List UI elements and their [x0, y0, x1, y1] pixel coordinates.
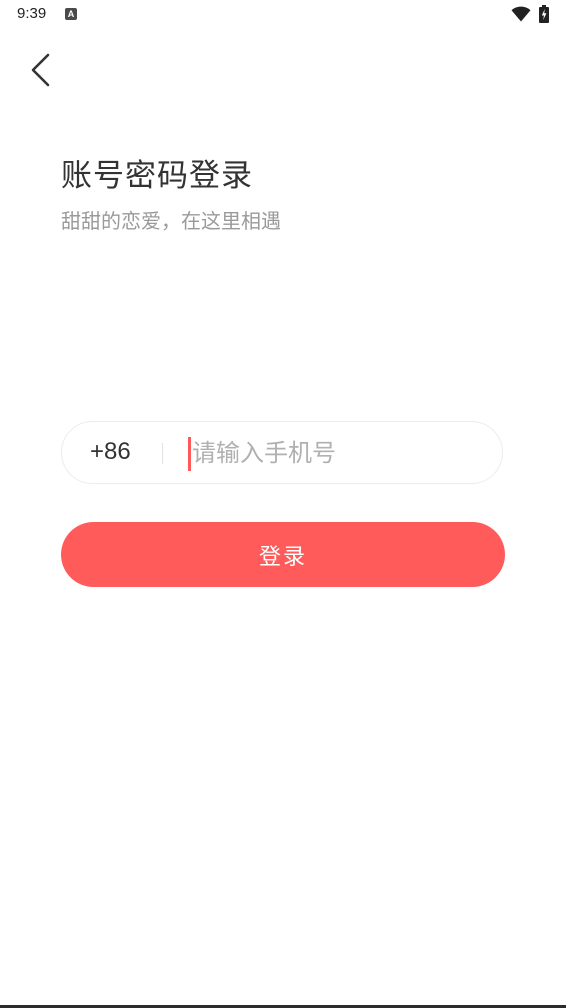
page-subtitle: 甜甜的恋爱，在这里相遇 [61, 209, 281, 233]
phone-field[interactable]: +86 [61, 421, 503, 484]
wifi-icon [511, 6, 531, 22]
status-time: 9:39 [17, 5, 47, 22]
notification-a-icon: A [65, 8, 77, 20]
phone-input[interactable] [192, 432, 482, 474]
country-code-selector[interactable]: +86 [90, 438, 131, 466]
chevron-left-icon [31, 53, 50, 87]
field-divider [162, 443, 163, 464]
login-button[interactable]: 登录 [61, 522, 505, 587]
page-title: 账号密码登录 [61, 158, 253, 194]
status-bar: 9:39 A [0, 0, 566, 30]
text-cursor [188, 437, 191, 471]
back-button[interactable] [24, 50, 60, 90]
battery-charging-icon [539, 5, 549, 23]
